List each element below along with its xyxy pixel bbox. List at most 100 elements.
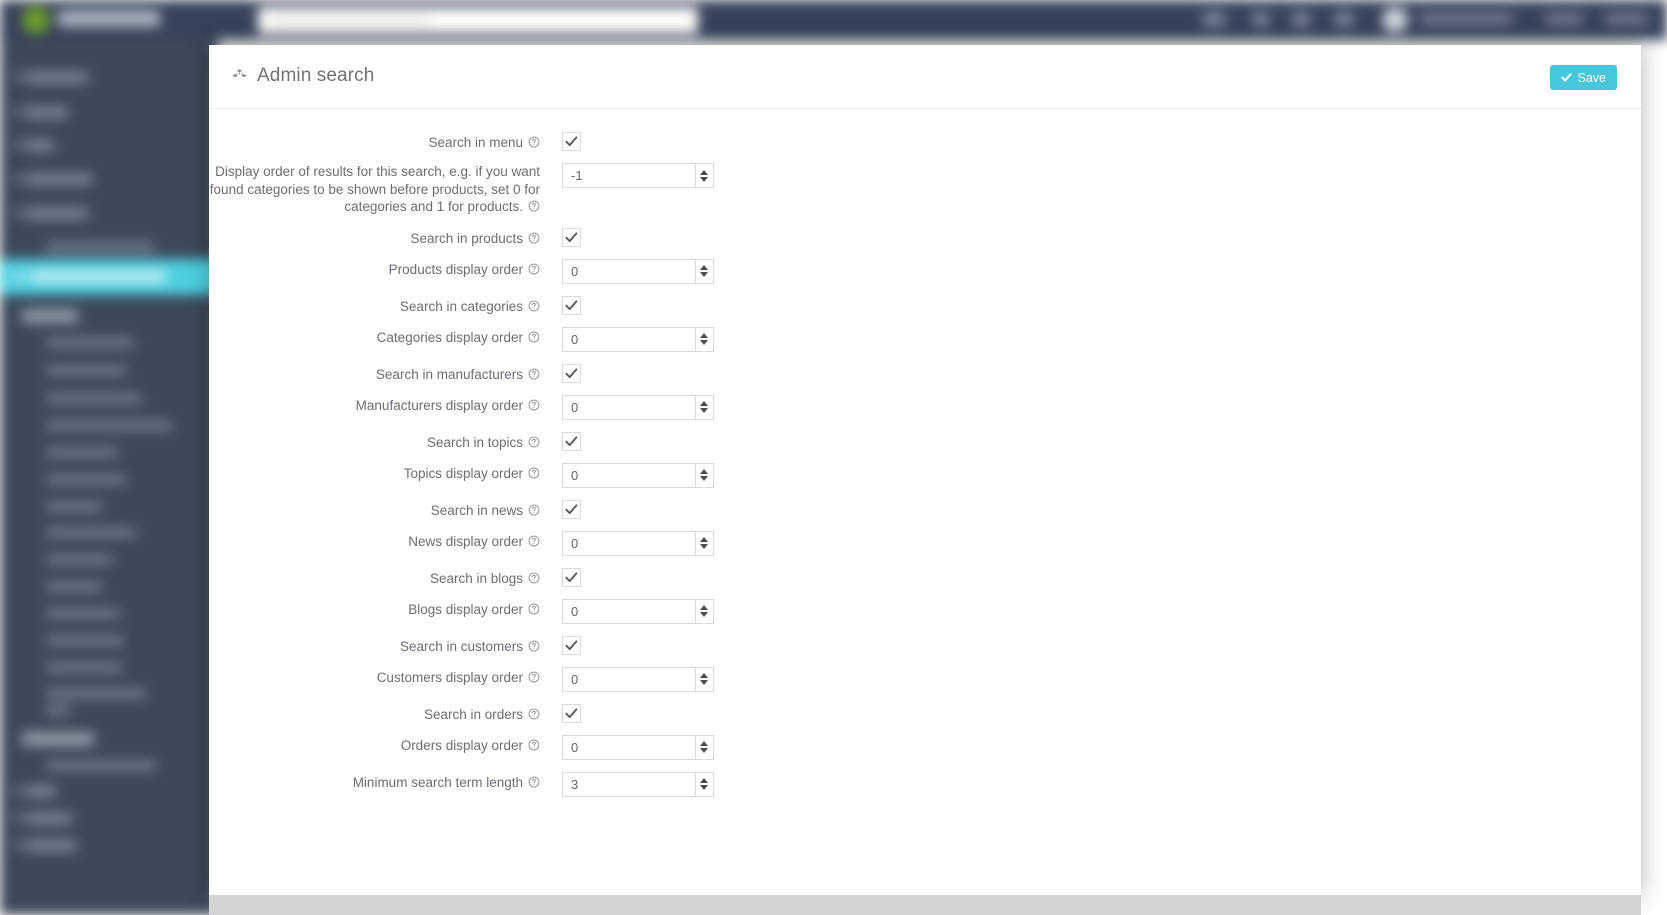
sidebar-item-active[interactable] — [0, 259, 218, 295]
question-circle-icon[interactable] — [523, 466, 540, 481]
sidebar-item-help[interactable] — [26, 812, 72, 825]
spinner-topics-display-order[interactable] — [694, 462, 714, 488]
sidebar-group-system[interactable] — [22, 732, 94, 746]
input-blogs-display-order[interactable] — [562, 598, 695, 624]
global-search-input[interactable] — [258, 7, 698, 34]
sidebar-subitem-15[interactable] — [46, 705, 70, 716]
question-circle-icon[interactable] — [523, 231, 540, 246]
question-circle-icon[interactable] — [523, 670, 540, 685]
user-avatar[interactable] — [1382, 7, 1408, 33]
checkbox-search-in-topics[interactable] — [562, 431, 581, 451]
sidebar-subitem-7[interactable] — [46, 501, 102, 512]
spinner-up-icon[interactable] — [700, 605, 709, 610]
sidebar-subitem-14[interactable] — [46, 688, 146, 699]
spinner-down-icon[interactable] — [700, 680, 709, 685]
sidebar-subitem-10[interactable] — [46, 581, 102, 592]
sidebar-item-promotions[interactable] — [26, 207, 88, 220]
sidebar-item-reports[interactable] — [26, 785, 56, 798]
question-circle-icon[interactable] — [523, 135, 540, 150]
sidebar-subitem-12[interactable] — [46, 635, 124, 646]
question-circle-icon[interactable] — [523, 503, 540, 518]
question-circle-icon[interactable] — [523, 435, 540, 450]
checkbox-search-in-categories[interactable] — [562, 295, 581, 315]
question-circle-icon[interactable] — [523, 571, 540, 586]
sidebar-subitem-content-management[interactable] — [46, 242, 154, 253]
checkbox-search-in-blogs[interactable] — [562, 567, 581, 587]
save-button[interactable]: Save — [1549, 65, 1617, 90]
sidebar-subitem-2[interactable] — [46, 365, 126, 376]
input-orders-display-order[interactable] — [562, 734, 695, 760]
input-manufacturers-display-order[interactable] — [562, 394, 695, 420]
sidebar-subitem-11[interactable] — [46, 608, 120, 619]
input-categories-display-order[interactable] — [562, 326, 695, 352]
spinner-down-icon[interactable] — [700, 612, 709, 617]
spinner-manufacturers-display-order[interactable] — [694, 394, 714, 420]
question-circle-icon[interactable] — [523, 367, 540, 382]
checkbox-search-in-customers[interactable] — [562, 635, 581, 655]
sidebar-item-sales[interactable] — [26, 139, 54, 152]
alerts-icon[interactable] — [1335, 12, 1353, 27]
spinner-down-icon[interactable] — [700, 272, 709, 277]
question-circle-icon[interactable] — [523, 398, 540, 413]
spinner-news-display-order[interactable] — [694, 530, 714, 556]
sidebar-group-configuration[interactable] — [22, 309, 78, 323]
input-customers-display-order[interactable] — [562, 666, 695, 692]
input-products-display-order[interactable] — [562, 258, 695, 284]
spinner-up-icon[interactable] — [700, 333, 709, 338]
spinner-categories-display-order[interactable] — [694, 326, 714, 352]
logout-label[interactable] — [1605, 13, 1647, 25]
sidebar-subitem-16[interactable] — [46, 760, 156, 771]
spinner-up-icon[interactable] — [700, 401, 709, 406]
spinner-down-icon[interactable] — [700, 748, 709, 753]
question-circle-icon[interactable] — [523, 199, 540, 214]
spinner-up-icon[interactable] — [700, 265, 709, 270]
question-circle-icon[interactable] — [523, 534, 540, 549]
input-minimum-search-term-length[interactable] — [562, 771, 695, 797]
question-circle-icon[interactable] — [523, 738, 540, 753]
checkbox-search-in-orders[interactable] — [562, 703, 581, 723]
sidebar-item-customers[interactable] — [26, 173, 92, 186]
spinner-up-icon[interactable] — [700, 741, 709, 746]
question-circle-icon[interactable] — [523, 330, 540, 345]
question-circle-icon[interactable] — [523, 299, 540, 314]
question-circle-icon[interactable] — [523, 602, 540, 617]
sidebar-item-catalog[interactable] — [26, 106, 68, 119]
input-menu-display-order[interactable] — [562, 163, 695, 188]
spinner-down-icon[interactable] — [700, 785, 709, 790]
spinner-down-icon[interactable] — [700, 476, 709, 481]
sidebar-item-plugins[interactable] — [26, 839, 76, 852]
store-selector-label[interactable] — [1545, 13, 1583, 25]
checkbox-search-in-manufacturers[interactable] — [562, 363, 581, 383]
spinner-up-icon[interactable] — [700, 673, 709, 678]
spinner-down-icon[interactable] — [700, 408, 709, 413]
spinner-customers-display-order[interactable] — [694, 666, 714, 692]
spinner-blogs-display-order[interactable] — [694, 598, 714, 624]
spinner-up-icon[interactable] — [700, 537, 709, 542]
spinner-orders-display-order[interactable] — [694, 734, 714, 760]
sidebar-subitem-5[interactable] — [46, 447, 118, 458]
spinner-up-icon[interactable] — [700, 169, 709, 175]
spinner-minimum-search-term-length[interactable] — [694, 771, 714, 797]
messages-icon[interactable] — [1253, 12, 1269, 27]
spinner-down-icon[interactable] — [700, 544, 709, 549]
notifications-icon[interactable] — [1203, 12, 1225, 27]
input-topics-display-order[interactable] — [562, 462, 695, 488]
sidebar-subitem-3[interactable] — [46, 393, 142, 404]
sidebar-subitem-6[interactable] — [46, 474, 126, 485]
checkbox-search-in-news[interactable] — [562, 499, 581, 519]
sidebar-item-dashboard[interactable] — [26, 71, 88, 84]
spinner-up-icon[interactable] — [700, 778, 709, 783]
spinner-down-icon[interactable] — [700, 176, 709, 182]
spinner-products-display-order[interactable] — [694, 258, 714, 284]
tasks-icon[interactable] — [1292, 12, 1310, 27]
question-circle-icon[interactable] — [523, 707, 540, 722]
question-circle-icon[interactable] — [523, 775, 540, 790]
sidebar-subitem-9[interactable] — [46, 554, 112, 565]
input-news-display-order[interactable] — [562, 530, 695, 556]
sidebar-subitem-4[interactable] — [46, 420, 172, 431]
sidebar-subitem-8[interactable] — [46, 527, 136, 538]
sidebar-subitem-13[interactable] — [46, 662, 122, 673]
spinner-up-icon[interactable] — [700, 469, 709, 474]
checkbox-search-in-menu[interactable] — [562, 132, 581, 151]
spinner-down-icon[interactable] — [700, 340, 709, 345]
